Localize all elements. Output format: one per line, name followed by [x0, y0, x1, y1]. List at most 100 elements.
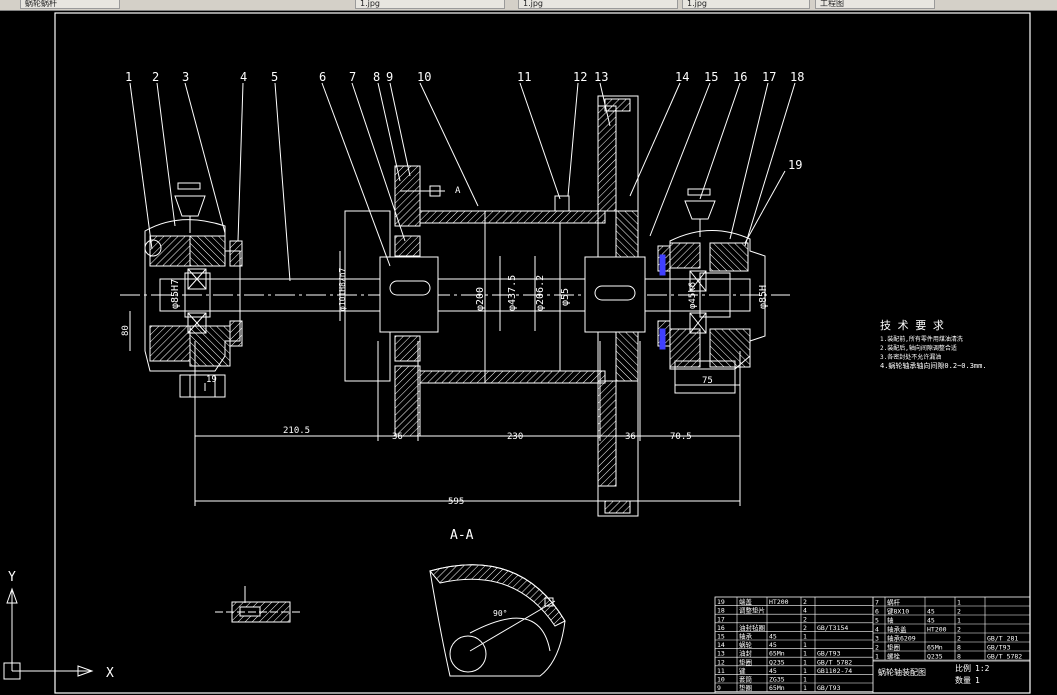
tab-window-1[interactable]: 1.jpg	[355, 0, 505, 9]
bom-cell: GB/T 281	[987, 635, 1018, 643]
tab-window-3[interactable]: 1.jpg	[682, 0, 810, 9]
bom-cell: 18	[717, 607, 725, 615]
dimension-value: 19	[206, 375, 217, 385]
part-number-labels: 1 2 3 4 5 6 7 8 9 10 11 12 13 14 15 16 1…	[125, 70, 804, 172]
left-hub	[344, 165, 445, 437]
diameter-label: φ206.2	[535, 275, 546, 311]
section-marker: A	[455, 186, 461, 196]
bom-cell: GB1102-74	[817, 667, 852, 675]
diameter-label: φ437.5	[507, 275, 518, 311]
bom-cell: 65Mn	[769, 650, 785, 658]
part-label: 7	[349, 70, 356, 84]
bom-cell: 1	[803, 641, 807, 649]
bom-cell: 8	[957, 644, 961, 652]
part-label: 14	[675, 70, 689, 84]
bom-cell: Q235	[927, 653, 943, 661]
part-label: 12	[573, 70, 587, 84]
bom-cell: 轴承	[739, 632, 753, 641]
diameter-label: φ200	[475, 287, 486, 311]
diameter-label: φ85H	[758, 285, 769, 309]
qty-label: 数量	[955, 675, 971, 685]
bom-cell: 套筒	[739, 675, 753, 684]
part-label: 19	[788, 158, 802, 172]
section-view-a-a: A-A 90°	[429, 528, 566, 677]
bom-cell: 14	[717, 641, 725, 649]
bom-cell: 65Mn	[927, 644, 943, 652]
angle-label: 90°	[493, 609, 507, 618]
drawing-title: 蜗轮轴装配图	[878, 667, 926, 677]
tab-window-2[interactable]: 1.jpg	[518, 0, 678, 9]
tech-req-line: 4.蜗轮轴承轴向间隙0.2~0.3mm.	[880, 361, 987, 370]
bom-cell: 垫圈	[887, 643, 900, 652]
dimension-value: 210.5	[283, 426, 310, 436]
tab-window-4[interactable]: 工程图	[815, 0, 935, 9]
diameter-label: φ55	[560, 288, 571, 306]
part-label: 1	[125, 70, 132, 84]
ucs-icon: Y X	[3, 570, 114, 681]
bom-cell: 垫圈	[739, 657, 752, 666]
bom-cell: 端盖	[739, 597, 753, 606]
part-label: 17	[762, 70, 776, 84]
bom-cell: 19	[717, 598, 725, 606]
ucs-y-label: Y	[8, 570, 16, 585]
scale-value: 1:2	[975, 664, 990, 673]
bom-cell: 16	[717, 624, 725, 632]
part-label: 4	[240, 70, 247, 84]
bom-cell: GB/T 5782	[987, 653, 1022, 661]
diameter-label: φ85H7	[170, 279, 181, 309]
dimension-value: 595	[448, 497, 464, 507]
bom-cell: 轴承盖	[887, 625, 907, 634]
part-label: 13	[594, 70, 608, 84]
tech-req-line: 3.各密封处不允许漏油	[880, 353, 941, 361]
bom-cell: 8	[957, 653, 961, 661]
tab-window-0[interactable]: 蜗轮蜗杆	[20, 0, 120, 9]
bom-cell: 45	[769, 633, 777, 641]
qty-value: 1	[975, 676, 980, 685]
bom-cell: 2	[803, 615, 807, 623]
bom-cell: 轴承6209	[887, 634, 916, 643]
bom-cell: 螺栓	[887, 652, 901, 661]
bom-cell: GB/T 5782	[817, 658, 852, 666]
bom-cell: 1	[803, 667, 807, 675]
bom-cell: GB/T93	[817, 650, 841, 658]
ucs-x-label: X	[106, 666, 114, 681]
bom-cell: 12	[717, 658, 725, 666]
bom-left-table: 19 端盖 HT200 218 调整垫片 417 216 油封毡圈 2 GB/T315415 轴承 4…	[715, 597, 873, 692]
scale-label: 比例	[955, 663, 971, 673]
dimension-value: 70.5	[670, 432, 692, 442]
part-label: 10	[417, 70, 431, 84]
bom-cell: 45	[927, 617, 935, 625]
bom-cell: 11	[717, 667, 725, 675]
part-label: 9	[386, 70, 393, 84]
bom-cell: 5	[875, 617, 879, 625]
bom-cell: 油封	[739, 649, 753, 658]
part-label: 8	[373, 70, 380, 84]
bom-cell: Q235	[769, 658, 785, 666]
bom-cell: 65Mn	[769, 684, 785, 692]
part-label: 11	[517, 70, 531, 84]
tech-req-line: 2.装配后,轴向间隙调整合适	[880, 344, 957, 352]
bom-cell: 6	[875, 608, 879, 616]
drawing-canvas[interactable]: 1 2 3 4 5 6 7 8 9 10 11 12 13 14 15 16 1…	[0, 11, 1057, 695]
bom-cell: 1	[803, 684, 807, 692]
part-label: 6	[319, 70, 326, 84]
dimension-value: 36	[625, 432, 636, 442]
bom-cell: 3	[875, 635, 879, 643]
bom-cell: 2	[875, 644, 879, 652]
diameter-labels: φ85H7 φ101H8/n7 φ200 φ437.5 φ206.2 φ55 φ…	[170, 267, 769, 311]
bom-cell: 调整垫片	[739, 606, 765, 615]
right-bearing-housing	[657, 188, 766, 394]
dimension-value: 36	[392, 432, 403, 442]
bom-cell: 垫圈	[739, 683, 752, 692]
bom-cell: 2	[957, 635, 961, 643]
bom-cell: 1	[875, 653, 879, 661]
title-cell: 蜗轮轴装配图 比例 1:2 数量 1	[873, 660, 1030, 685]
bom-cell: 7	[875, 599, 879, 607]
bom-cell: 轴	[887, 616, 894, 625]
tech-req-line: 1.装配前,所有零件用煤油清洗	[880, 335, 963, 343]
bom-cell: 2	[803, 598, 807, 606]
bom-cell: 蜗轮	[739, 640, 753, 649]
bom-cell: 1	[957, 599, 961, 607]
diameter-label: φ45k6	[688, 282, 698, 309]
bom-cell: 1	[803, 658, 807, 666]
